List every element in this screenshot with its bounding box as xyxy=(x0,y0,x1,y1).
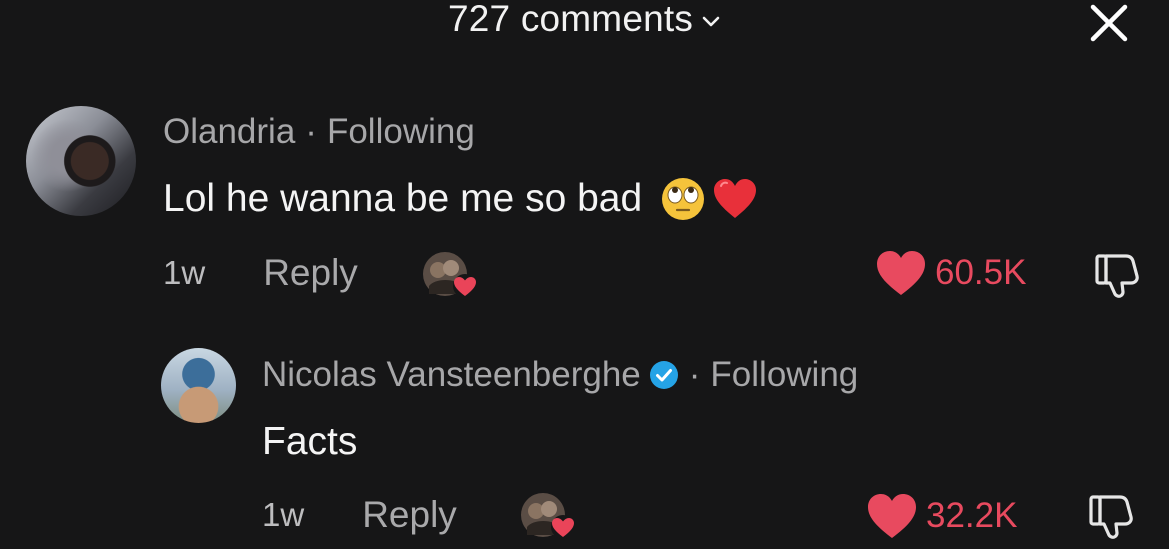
dislike-icon[interactable] xyxy=(1086,491,1136,541)
comment-text-line: Lol he wanna be me so bad xyxy=(163,176,758,222)
reply-button[interactable]: Reply xyxy=(263,252,358,294)
comment-meta: 1w Reply xyxy=(262,494,457,536)
comment-text: Lol he wanna be me so bad xyxy=(163,177,643,220)
dislike-icon[interactable] xyxy=(1092,250,1142,300)
like-button[interactable]: 32.2K xyxy=(866,492,1017,540)
heart-icon xyxy=(868,494,916,538)
author-name[interactable]: Nicolas Vansteenberghe xyxy=(262,355,641,395)
comment-author-line: Nicolas Vansteenberghe · Following xyxy=(262,355,858,395)
chevron-down-icon xyxy=(702,16,720,27)
face-with-rolling-eyes-emoji xyxy=(662,178,705,220)
reply-button[interactable]: Reply xyxy=(362,494,457,536)
heart-icon xyxy=(877,251,925,295)
comment-meta: 1w Reply xyxy=(163,252,358,294)
comment-text: Facts xyxy=(262,420,358,463)
close-icon[interactable] xyxy=(1088,2,1130,44)
comment-author-line: Olandria · Following xyxy=(163,112,475,152)
comment-time: 1w xyxy=(163,254,206,291)
comment-text-line: Facts xyxy=(262,420,357,464)
red-heart-emoji xyxy=(714,179,757,218)
following-label[interactable]: Following xyxy=(327,112,475,152)
avatar[interactable] xyxy=(161,348,236,423)
separator-dot: · xyxy=(688,355,701,394)
comments-header: 727 comments xyxy=(0,0,1169,50)
comments-count-label: 727 comments xyxy=(448,0,694,39)
avatar[interactable] xyxy=(26,106,136,216)
comments-count-dropdown[interactable]: 727 comments xyxy=(448,0,721,40)
like-count: 60.5K xyxy=(935,253,1027,292)
like-count: 32.2K xyxy=(926,496,1018,535)
creator-liked-icon xyxy=(423,252,477,298)
creator-liked-icon xyxy=(521,493,575,539)
comment-time: 1w xyxy=(262,496,305,533)
verified-badge-icon xyxy=(649,361,678,389)
following-label[interactable]: Following xyxy=(710,355,858,395)
author-name[interactable]: Olandria xyxy=(163,112,295,152)
separator-dot: · xyxy=(305,112,317,151)
like-button[interactable]: 60.5K xyxy=(875,249,1026,297)
